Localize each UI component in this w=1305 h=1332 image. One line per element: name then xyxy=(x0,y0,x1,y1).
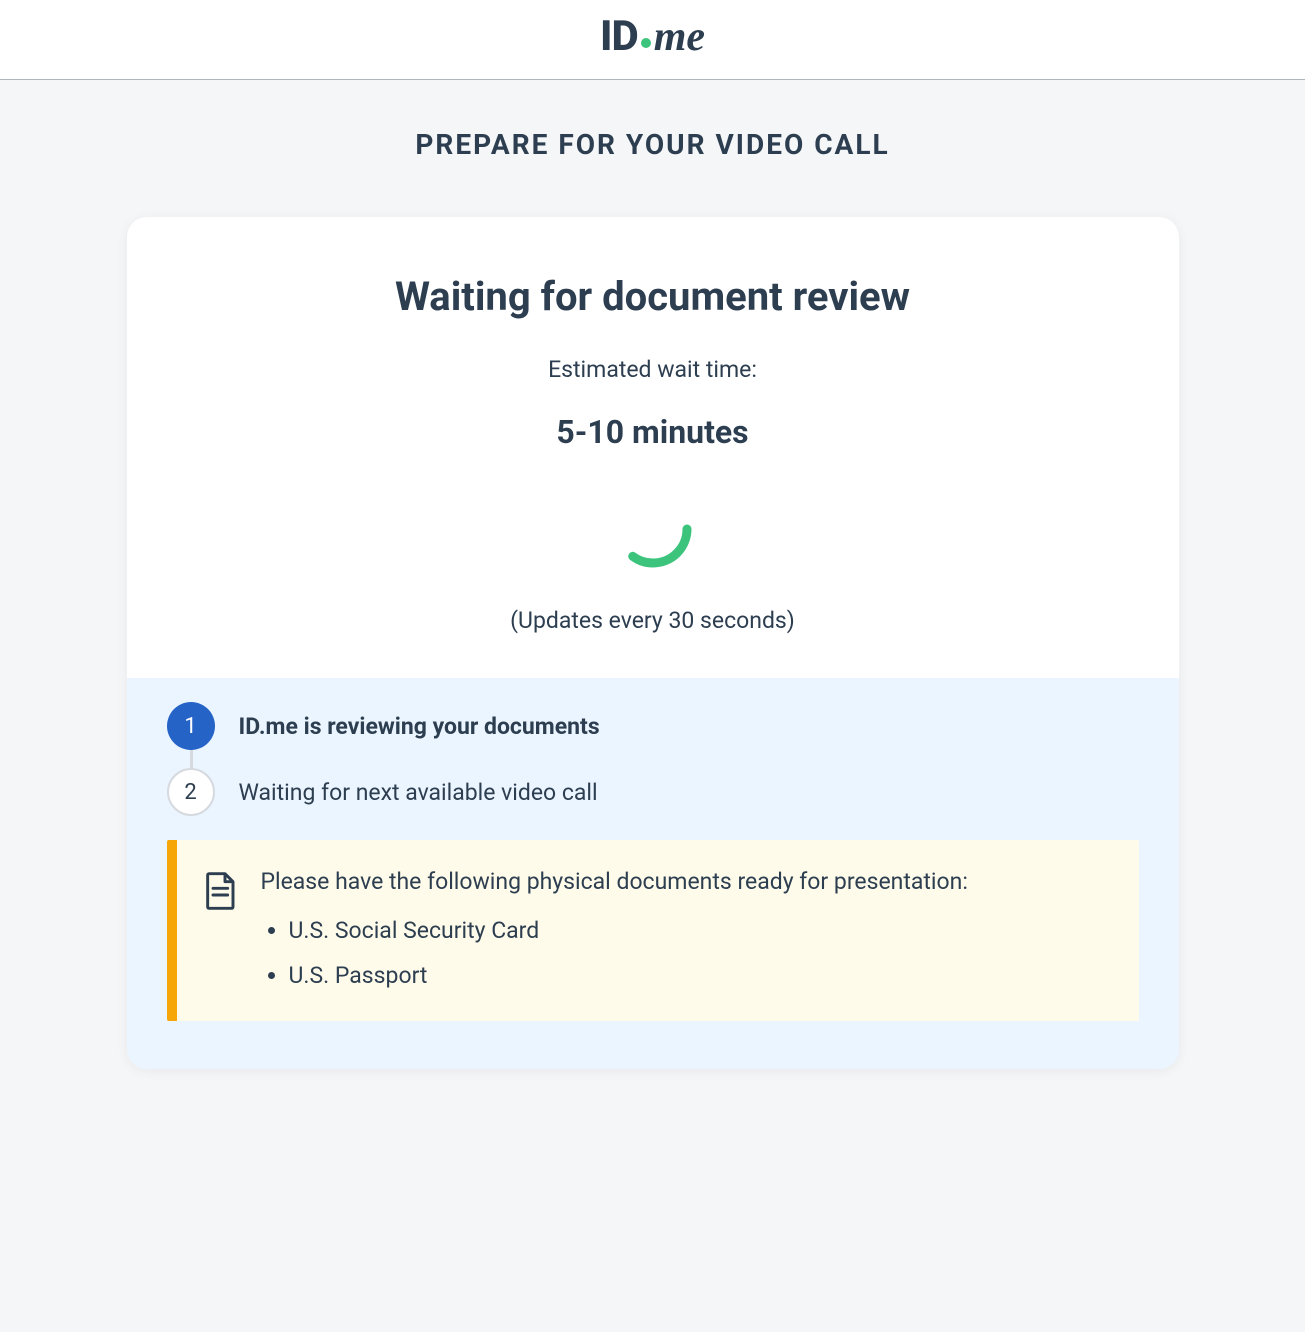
step-badge-inactive: 2 xyxy=(167,768,215,816)
callout-intro: Please have the following physical docum… xyxy=(261,868,1107,895)
step-badge-active: 1 xyxy=(167,702,215,750)
documents-list: U.S. Social Security Card U.S. Passport xyxy=(261,917,1107,989)
status-section: Waiting for document review Estimated wa… xyxy=(127,217,1179,678)
spinner-container xyxy=(167,487,1139,571)
app-header: ID me xyxy=(0,0,1305,80)
loading-spinner-icon xyxy=(611,487,695,571)
status-heading: Waiting for document review xyxy=(167,273,1139,320)
document-item: U.S. Passport xyxy=(289,962,1107,989)
wait-time-value: 5-10 minutes xyxy=(167,413,1139,451)
step-item-1: 1 ID.me is reviewing your documents xyxy=(167,702,1139,750)
step-label-1: ID.me is reviewing your documents xyxy=(239,713,600,740)
documents-callout: Please have the following physical docum… xyxy=(167,840,1139,1021)
logo-dot-icon xyxy=(641,38,651,48)
logo-me-text: me xyxy=(654,13,705,61)
page-title: PREPARE FOR YOUR VIDEO CALL xyxy=(127,128,1179,161)
brand-logo: ID me xyxy=(600,12,705,61)
document-item: U.S. Social Security Card xyxy=(289,917,1107,944)
step-list: 1 ID.me is reviewing your documents 2 Wa… xyxy=(167,702,1139,816)
steps-section: 1 ID.me is reviewing your documents 2 Wa… xyxy=(127,678,1179,1069)
status-card: Waiting for document review Estimated wa… xyxy=(127,217,1179,1069)
update-interval-note: (Updates every 30 seconds) xyxy=(167,607,1139,634)
step-item-2: 2 Waiting for next available video call xyxy=(167,768,1139,816)
callout-body: Please have the following physical docum… xyxy=(261,868,1107,989)
main-container: PREPARE FOR YOUR VIDEO CALL Waiting for … xyxy=(103,128,1203,1069)
logo-id-text: ID xyxy=(600,12,638,61)
step-label-2: Waiting for next available video call xyxy=(239,779,598,806)
document-icon xyxy=(205,872,237,910)
wait-time-label: Estimated wait time: xyxy=(167,356,1139,383)
